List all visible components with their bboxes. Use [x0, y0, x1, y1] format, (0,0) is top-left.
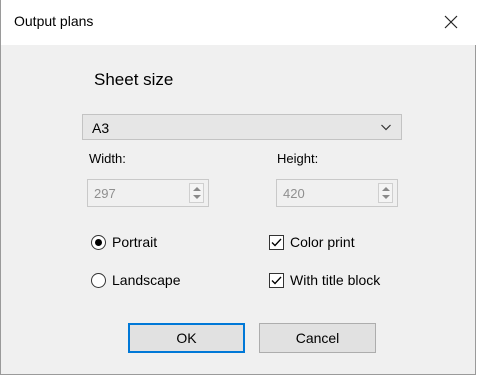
width-spin-buttons[interactable]: [189, 183, 204, 203]
color-print-label: Color print: [290, 234, 355, 250]
height-label: Height:: [277, 151, 319, 166]
width-stepper[interactable]: 297: [87, 179, 209, 207]
spin-up-icon: [382, 187, 390, 191]
checkbox-checked-icon: [269, 272, 284, 288]
ok-button[interactable]: OK: [128, 323, 245, 353]
spin-up-icon: [193, 187, 201, 191]
spin-down-icon: [382, 195, 390, 199]
portrait-radio[interactable]: Portrait: [91, 234, 157, 250]
radio-unselected-icon: [91, 272, 106, 288]
spin-down-icon: [193, 195, 201, 199]
close-button[interactable]: [431, 6, 471, 38]
sheet-size-label: Sheet size: [94, 70, 174, 89]
output-plans-dialog: Output plans Sheet size A3 Width: Height…: [0, 0, 477, 375]
dialog-title: Output plans: [14, 13, 94, 29]
checkbox-checked-icon: [269, 234, 284, 250]
landscape-label: Landscape: [112, 272, 181, 288]
height-spin-buttons[interactable]: [378, 183, 393, 203]
title-block-checkbox[interactable]: With title block: [269, 272, 380, 288]
height-stepper[interactable]: 420: [276, 179, 398, 207]
width-label: Width:: [89, 151, 126, 166]
title-bar: Output plans: [1, 0, 477, 45]
radio-selected-icon: [91, 234, 106, 250]
portrait-label: Portrait: [112, 234, 158, 250]
cancel-button[interactable]: Cancel: [259, 323, 376, 353]
chevron-down-icon: [381, 124, 391, 131]
color-print-checkbox[interactable]: Color print: [269, 234, 355, 250]
height-value: 420: [283, 186, 305, 201]
close-icon: [444, 15, 458, 29]
title-block-label: With title block: [290, 272, 381, 288]
sheet-size-value: A3: [92, 120, 110, 136]
landscape-radio[interactable]: Landscape: [91, 272, 181, 288]
width-value: 297: [94, 186, 116, 201]
sheet-size-select[interactable]: A3: [82, 114, 402, 140]
